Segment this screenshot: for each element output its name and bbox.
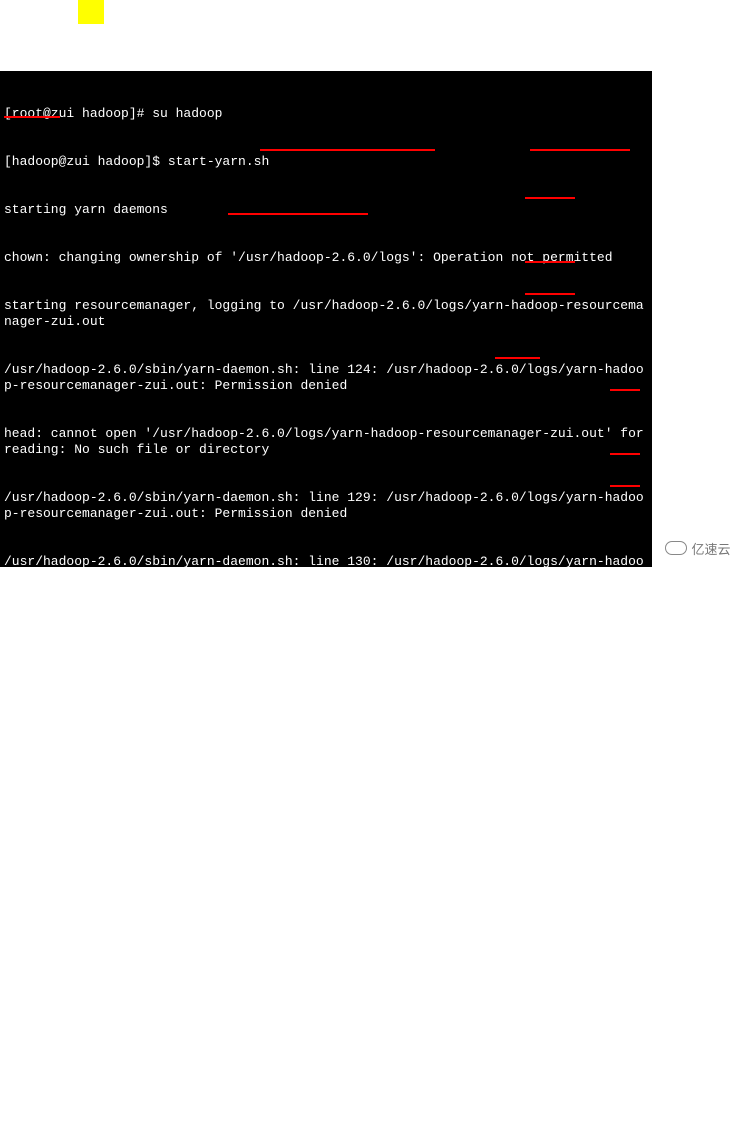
terminal-line: head: cannot open '/usr/hadoop-2.6.0/log… [4,426,648,458]
red-underline-annotation [228,213,368,215]
red-underline-annotation [525,293,575,295]
red-underline-annotation [610,453,640,455]
red-underline-annotation [530,149,630,151]
terminal-line: localhost: /usr/hadoop-2.6.0/sbin/yarn-d… [4,938,648,970]
red-underline-annotation [525,261,575,263]
terminal-line: localhost: /usr/hadoop-2.6.0/sbin/yarn-d… [4,746,648,778]
terminal-line: 14538 Jps [4,1050,648,1066]
red-underline-annotation [610,485,640,487]
terminal-line: [hadoop@zui hadoop]$ cd /usr [4,1098,648,1114]
terminal-line: localhost: chown: changing ownership of … [4,618,648,650]
terminal-line: localhost: /usr/hadoop-2.6.0/sbin/yarn-d… [4,874,648,906]
terminal-line: starting resourcemanager, logging to /us… [4,298,648,330]
terminal-line: chown: changing ownership of '/usr/hadoo… [4,250,648,266]
red-underline-annotation [610,389,640,391]
terminal-line: [hadoop@zui hadoop]$ jps [4,1002,648,1018]
terminal-window[interactable]: [root@zui hadoop]# su hadoop [hadoop@zui… [0,71,652,567]
yellow-highlight [78,0,104,24]
terminal-line: localhost: head: cannot open '/usr/hadoo… [4,810,648,842]
red-underline-annotation [495,357,540,359]
red-underline-annotation [525,197,575,199]
watermark-logo: 亿速云 [650,535,746,561]
red-underline-annotation [260,149,435,151]
watermark-text: 亿速云 [691,539,730,558]
terminal-line: /usr/hadoop-2.6.0/sbin/yarn-daemon.sh: l… [4,554,648,586]
terminal-line: /usr/hadoop-2.6.0/sbin/yarn-daemon.sh: l… [4,362,648,394]
terminal-line: localhost: starting nodemanager, logging… [4,682,648,714]
terminal-line: [hadoop@zui hadoop]$ start-yarn.sh [4,154,648,170]
red-underline-annotation [4,116,60,118]
terminal-line: /usr/hadoop-2.6.0/sbin/yarn-daemon.sh: l… [4,490,648,522]
cloud-icon [665,541,687,555]
terminal-line: [root@zui hadoop]# su hadoop [4,106,648,122]
terminal-line: starting yarn daemons [4,202,648,218]
